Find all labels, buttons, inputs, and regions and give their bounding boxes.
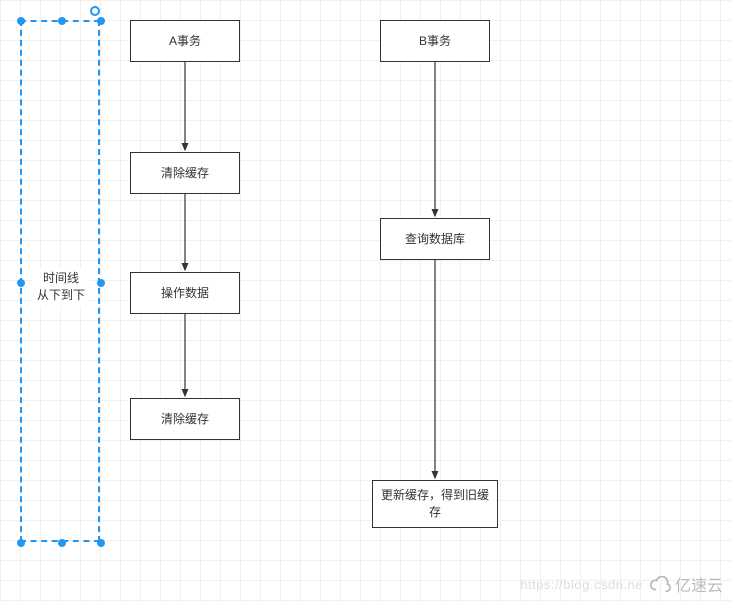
resize-handle-w[interactable]	[17, 279, 25, 287]
rotate-handle-icon[interactable]	[90, 6, 100, 16]
diagram-canvas[interactable]: 时间线 从下到下 A事务 清除缓存 操作数据 清除缓存 B事务 查询数据库 更新…	[0, 0, 731, 602]
box-a-title[interactable]: A事务	[130, 20, 240, 62]
watermark-url: https://blog.csdn.ne	[520, 577, 643, 592]
watermark-brand-text: 亿速云	[675, 572, 723, 596]
cloud-icon	[649, 576, 671, 592]
resize-handle-sw[interactable]	[17, 539, 25, 547]
resize-handle-se[interactable]	[97, 539, 105, 547]
box-a-step-2[interactable]: 操作数据	[130, 272, 240, 314]
resize-handle-s[interactable]	[58, 539, 66, 547]
resize-handle-e[interactable]	[97, 279, 105, 287]
box-a-step-3[interactable]: 清除缓存	[130, 398, 240, 440]
resize-handle-n[interactable]	[58, 17, 66, 25]
timeline-label: 时间线 从下到下	[32, 268, 90, 306]
watermark-brand: 亿速云	[649, 572, 723, 596]
box-b-title[interactable]: B事务	[380, 20, 490, 62]
box-b-step-1[interactable]: 查询数据库	[380, 218, 490, 260]
box-a-step-1[interactable]: 清除缓存	[130, 152, 240, 194]
connectors	[0, 0, 731, 602]
resize-handle-nw[interactable]	[17, 17, 25, 25]
box-b-step-2[interactable]: 更新缓存，得到旧缓存	[372, 480, 498, 528]
resize-handle-ne[interactable]	[97, 17, 105, 25]
